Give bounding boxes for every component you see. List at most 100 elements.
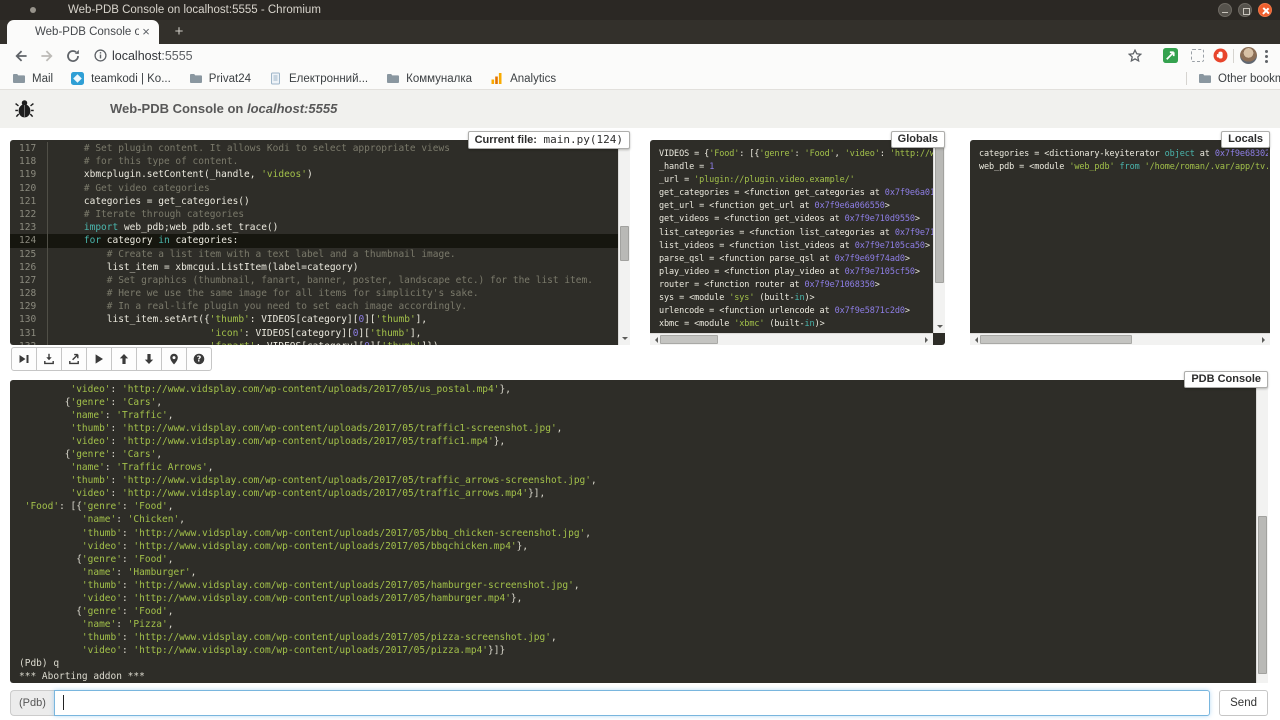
pdb-command-input[interactable] (54, 690, 1210, 716)
pdb-console-panel: PDB Console 'video': 'http://www.vidspla… (10, 380, 1268, 683)
extension-green-arrow-icon[interactable] (1163, 48, 1178, 63)
bookmarks-list: Mail teamkodi | Ko... Privat24 Електронний.… (12, 68, 574, 89)
new-tab-button[interactable]: + (167, 23, 191, 41)
console-line: 'thumb': 'http://www.vidsplay.com/wp-con… (19, 631, 1257, 644)
bookmark-item[interactable]: Analytics (490, 72, 556, 85)
down-icon (143, 353, 155, 365)
scroll-thumb[interactable] (620, 226, 629, 261)
global-variable-line: parse_qsl = <function parse_qsl at 0x7f9… (659, 253, 924, 266)
browser-toolbar: localhost:5555 (0, 44, 1280, 68)
document-icon (269, 72, 283, 85)
scroll-thumb[interactable] (1258, 516, 1267, 674)
globals-horizontal-scrollbar[interactable] (650, 333, 933, 345)
back-icon[interactable] (14, 49, 28, 63)
scroll-thumb[interactable] (980, 335, 1132, 344)
help-button[interactable]: ? (186, 347, 212, 371)
console-line: 'thumb': 'http://www.vidsplay.com/wp-con… (19, 527, 1257, 540)
code-line: 130 list_item.setArt({'thumb': VIDEOS[ca… (10, 313, 618, 326)
bookmark-item[interactable]: Mail (12, 72, 53, 85)
line-number: 123 (10, 221, 48, 234)
reload-icon[interactable] (66, 49, 80, 63)
tab-strip: Web-PDB Console on loca × + (0, 20, 1280, 44)
console-line: 'video': 'http://www.vidsplay.com/wp-con… (19, 644, 1257, 657)
scroll-left-arrow-icon[interactable] (652, 337, 658, 343)
pdb-input-wrap (54, 690, 1210, 716)
other-bookmarks-label: Other bookmarks (1218, 73, 1280, 85)
global-variable-line: play_video = <function play_video at 0x7… (659, 266, 924, 279)
window-app-icon (30, 7, 36, 13)
global-variable-line: VIDEOS = {'Food': [{'genre': 'Food', 'vi… (659, 148, 924, 161)
code-line: 127 # Set graphics (thumbnail, fanart, b… (10, 274, 618, 287)
code-line: 128 # Here we use the same image for all… (10, 287, 618, 300)
url-port: :5555 (161, 49, 192, 63)
where-button[interactable] (161, 347, 187, 371)
console-line: {'genre': 'Cars', (19, 448, 1257, 461)
console-vertical-scrollbar[interactable] (1256, 380, 1268, 683)
continue-button[interactable] (86, 347, 112, 371)
scroll-down-arrow-icon[interactable] (622, 337, 628, 343)
bookmark-item[interactable]: teamkodi | Ko... (71, 72, 171, 85)
scroll-down-arrow-icon[interactable] (937, 325, 943, 331)
minimize-button[interactable] (1218, 3, 1232, 17)
up-button[interactable] (111, 347, 137, 371)
address-bar[interactable]: localhost:5555 (112, 44, 193, 68)
send-button[interactable]: Send (1219, 690, 1268, 716)
site-info-icon[interactable] (94, 49, 107, 62)
url-host: localhost (112, 49, 161, 63)
console-line: (Pdb) q (19, 657, 1257, 670)
line-number: 124 (10, 234, 48, 247)
kodi-icon (71, 72, 85, 85)
scroll-thumb[interactable] (660, 335, 718, 344)
console-line: {'genre': 'Food', (19, 553, 1257, 566)
help-icon: ? (193, 353, 205, 365)
tab-close-button[interactable]: × (139, 25, 153, 39)
locals-horizontal-scrollbar[interactable] (970, 333, 1270, 345)
globals-vertical-scrollbar[interactable] (933, 140, 945, 333)
scroll-left-arrow-icon[interactable] (972, 337, 978, 343)
bookmark-item[interactable]: Privat24 (189, 72, 251, 85)
page-header: Web-PDB Console on localhost:5555 (0, 90, 1280, 128)
scroll-right-arrow-icon[interactable] (925, 337, 931, 343)
bookmark-star-icon[interactable] (1128, 49, 1142, 63)
bookmark-label: Analytics (510, 73, 556, 85)
web-pdb-bug-icon (14, 98, 35, 119)
next-icon (18, 353, 30, 365)
bookmark-item[interactable]: Електронний... (269, 72, 368, 85)
folder-icon (1198, 72, 1212, 85)
pdb-console-tab: PDB Console (1184, 371, 1268, 388)
tab-title: Web-PDB Console on loca (35, 26, 139, 38)
code-line: 126 list_item = xbmcgui.ListItem(label=c… (10, 261, 618, 274)
browser-menu-icon[interactable] (1265, 50, 1268, 53)
console-line: 'name': 'Chicken', (19, 513, 1257, 526)
locals-panel: Locals categories = <dictionary-keyitera… (970, 140, 1270, 345)
down-button[interactable] (136, 347, 162, 371)
return-button[interactable] (61, 347, 87, 371)
line-number: 131 (10, 327, 48, 340)
web-pdb-page: Web-PDB Console on localhost:5555 Curren… (0, 90, 1280, 720)
next-button[interactable] (11, 347, 37, 371)
bookmark-label: Privat24 (209, 73, 251, 85)
browser-tab[interactable]: Web-PDB Console on loca × (7, 20, 159, 44)
forward-icon[interactable] (40, 49, 54, 63)
close-window-button[interactable] (1258, 3, 1272, 17)
step-button[interactable] (36, 347, 62, 371)
code-line: 121 categories = get_categories() (10, 195, 618, 208)
code-vertical-scrollbar[interactable] (618, 140, 630, 345)
scroll-right-arrow-icon[interactable] (1262, 337, 1268, 343)
locals-tab: Locals (1221, 131, 1270, 148)
maximize-button[interactable] (1238, 3, 1252, 17)
bookmark-item[interactable]: Коммуналка (386, 72, 472, 85)
extension-blocker-icon[interactable] (1213, 48, 1228, 63)
scroll-thumb[interactable] (935, 144, 944, 283)
code-line: 120 # Get video categories (10, 182, 618, 195)
extension-disabled-icon[interactable] (1191, 49, 1206, 64)
folder-icon (386, 72, 400, 85)
other-bookmarks-button[interactable]: Other bookmarks (1198, 68, 1280, 89)
global-variable-line: list_videos = <function list_videos at 0… (659, 240, 924, 253)
console-line: 'video': 'http://www.vidsplay.com/wp-con… (19, 487, 1257, 500)
global-variable-line: sys = <module 'sys' (built-in)> (659, 292, 924, 305)
profile-avatar[interactable] (1240, 47, 1257, 64)
up-icon (118, 353, 130, 365)
global-variable-line: _handle = 1 (659, 161, 924, 174)
continue-icon (93, 353, 105, 365)
